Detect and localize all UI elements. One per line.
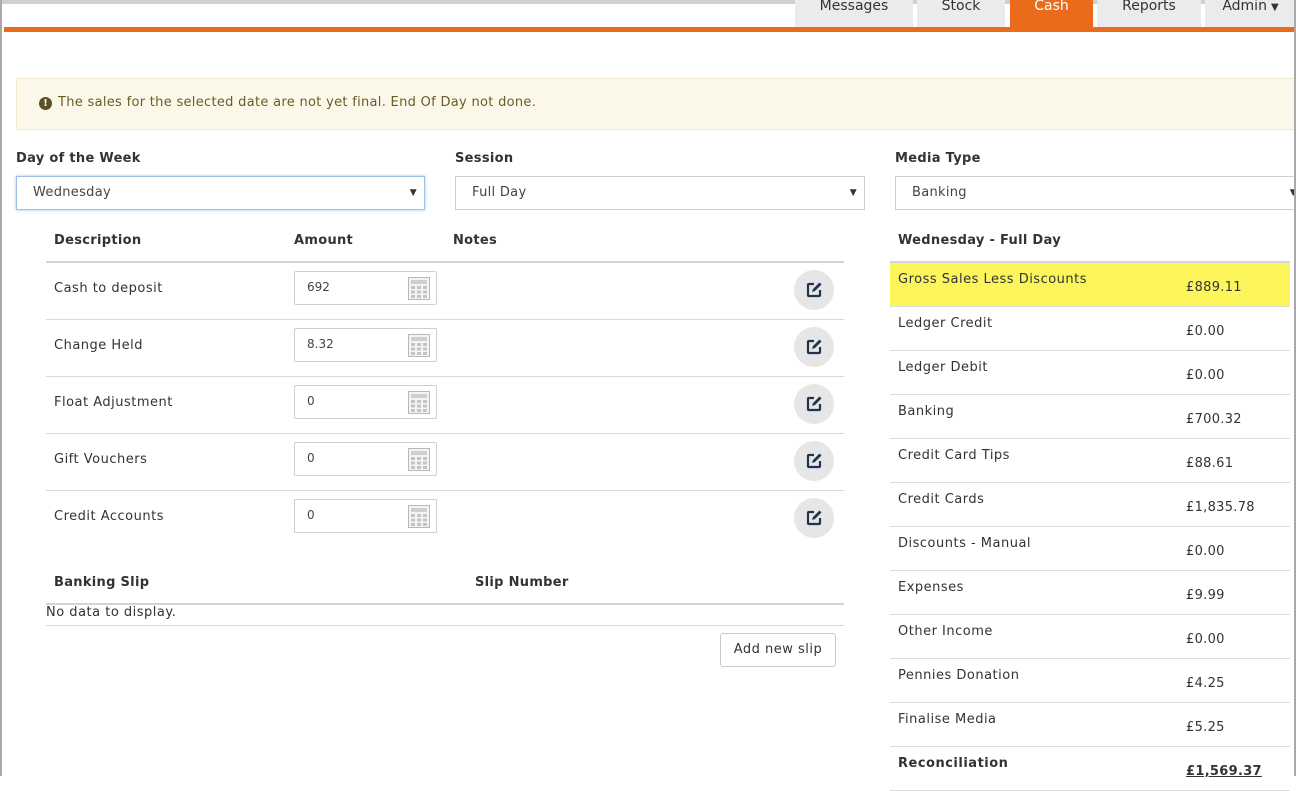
window-frame [0,0,1296,776]
